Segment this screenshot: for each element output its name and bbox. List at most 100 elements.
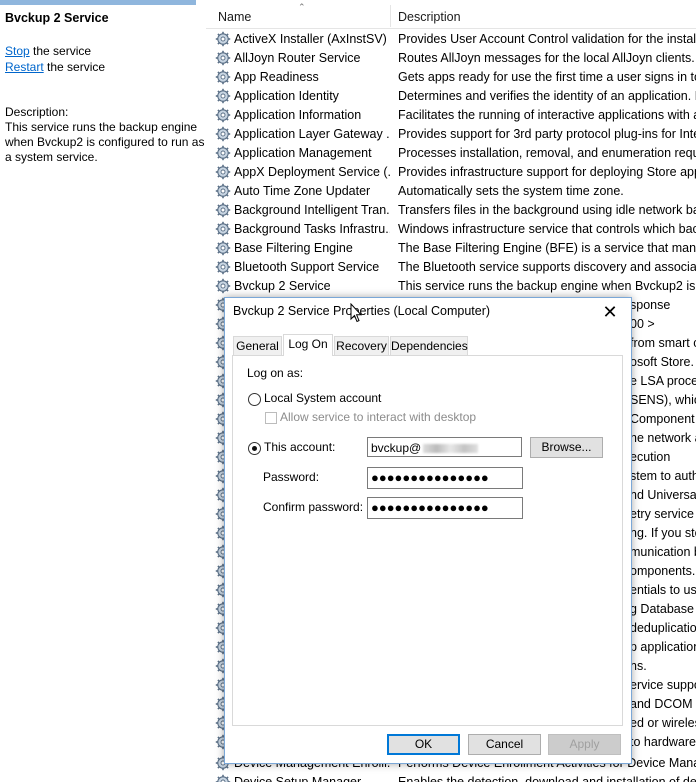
service-description: Windows infrastructure service that cont… bbox=[398, 222, 696, 236]
service-gear-icon bbox=[215, 145, 231, 161]
this-account-radio[interactable] bbox=[248, 442, 261, 455]
account-value: bvckup@ bbox=[371, 441, 422, 455]
service-gear-icon bbox=[215, 259, 231, 275]
table-row[interactable]: AppX Deployment Service (... Provides inf… bbox=[206, 163, 696, 182]
cancel-button[interactable]: Cancel bbox=[468, 734, 541, 755]
service-gear-icon bbox=[215, 50, 231, 66]
description-label: Description: bbox=[5, 105, 69, 119]
pane-top-bar bbox=[0, 0, 196, 5]
table-row[interactable]: AllJoyn Router Service Routes AllJoyn mes… bbox=[206, 49, 696, 68]
service-description: Enables the detection, download and inst… bbox=[398, 775, 696, 782]
service-description: The Base Filtering Engine (BFE) is a ser… bbox=[398, 241, 696, 255]
service-gear-icon bbox=[215, 164, 231, 180]
table-row[interactable]: App Readiness Gets apps ready for use the… bbox=[206, 68, 696, 87]
sort-ascending-icon: ⌃ bbox=[298, 2, 306, 12]
service-description: Automatically sets the system time zone. bbox=[398, 184, 624, 198]
local-system-label[interactable]: Local System account bbox=[264, 391, 381, 405]
service-description: Determines and verifies the identity of … bbox=[398, 89, 696, 103]
table-row[interactable]: Application Information Facilitates the r… bbox=[206, 106, 696, 125]
service-gear-icon bbox=[215, 202, 231, 218]
service-gear-icon bbox=[215, 774, 231, 782]
service-description: e LSA proces bbox=[630, 374, 696, 388]
service-description: Transfers files in the background using … bbox=[398, 203, 696, 217]
local-system-radio[interactable] bbox=[248, 393, 261, 406]
table-row[interactable]: Base Filtering Engine The Base Filtering … bbox=[206, 239, 696, 258]
service-name: AllJoyn Router Service bbox=[234, 51, 361, 65]
restart-link[interactable]: Restart bbox=[5, 60, 44, 74]
close-icon[interactable]: ✕ bbox=[595, 299, 625, 325]
service-description: Provides support for 3rd party protocol … bbox=[398, 127, 696, 141]
service-name: AppX Deployment Service (... bbox=[234, 165, 390, 179]
password-field[interactable]: ●●●●●●●●●●●●●●● bbox=[367, 467, 523, 489]
column-divider[interactable] bbox=[390, 5, 391, 27]
column-header-description[interactable]: Description bbox=[398, 10, 461, 24]
stop-line-text: the service bbox=[29, 44, 92, 58]
service-description: Gets apps ready for use the first time a… bbox=[398, 70, 696, 84]
table-row[interactable]: Auto Time Zone Updater Automatically sets… bbox=[206, 182, 696, 201]
service-description: entials to use bbox=[630, 583, 696, 597]
service-description: to hardware bbox=[630, 735, 696, 749]
service-gear-icon bbox=[215, 31, 231, 47]
list-header: ⌃ Name Description bbox=[206, 0, 696, 29]
stop-link[interactable]: Stop bbox=[5, 44, 30, 58]
tab-general[interactable]: General bbox=[233, 336, 282, 355]
service-name: App Readiness bbox=[234, 70, 319, 84]
password-label: Password: bbox=[263, 470, 320, 484]
service-title: Bvckup 2 Service bbox=[5, 11, 109, 25]
service-description: and DCOM s bbox=[630, 697, 696, 711]
service-name: Application Layer Gateway ... bbox=[234, 127, 390, 141]
service-description: ng. If you sto bbox=[630, 526, 696, 540]
tab-log-on[interactable]: Log On bbox=[283, 334, 333, 356]
redacted-domain bbox=[423, 444, 479, 454]
service-name: Background Tasks Infrastru... bbox=[234, 222, 390, 236]
service-name: Application Identity bbox=[234, 89, 339, 103]
service-description: Facilitates the running of interactive a… bbox=[398, 108, 696, 122]
service-gear-icon bbox=[215, 88, 231, 104]
table-row[interactable]: Bvckup 2 Service This service runs the ba… bbox=[206, 277, 696, 296]
confirm-password-field[interactable]: ●●●●●●●●●●●●●●● bbox=[367, 497, 523, 519]
service-gear-icon bbox=[215, 183, 231, 199]
service-gear-icon bbox=[215, 278, 231, 294]
service-description: munication b bbox=[630, 545, 696, 559]
service-name: Auto Time Zone Updater bbox=[234, 184, 371, 198]
ok-button[interactable]: OK bbox=[387, 734, 460, 755]
restart-line: Restart the service bbox=[5, 60, 105, 74]
service-description: etry service e bbox=[630, 507, 696, 521]
table-row[interactable]: Application Management Processes installa… bbox=[206, 144, 696, 163]
service-gear-icon bbox=[215, 126, 231, 142]
table-row[interactable]: Device Setup Manager Enables the detectio… bbox=[206, 773, 696, 782]
table-row[interactable]: Background Tasks Infrastru... Windows inf… bbox=[206, 220, 696, 239]
service-name: Background Intelligent Tran... bbox=[234, 203, 390, 217]
interact-desktop-checkbox[interactable] bbox=[265, 412, 277, 424]
service-description: from smart c bbox=[630, 336, 696, 350]
service-name: Bvckup 2 Service bbox=[234, 279, 331, 293]
browse-button[interactable]: Browse... bbox=[530, 437, 603, 458]
service-gear-icon bbox=[215, 240, 231, 256]
service-description: Component O bbox=[630, 412, 696, 426]
service-description: Routes AllJoyn messages for the local Al… bbox=[398, 51, 696, 65]
service-gear-icon bbox=[215, 69, 231, 85]
column-header-name[interactable]: Name bbox=[218, 10, 251, 24]
service-name: Base Filtering Engine bbox=[234, 241, 353, 255]
apply-button[interactable]: Apply bbox=[548, 734, 621, 755]
service-description: SENS), which bbox=[630, 393, 696, 407]
table-row[interactable]: Application Identity Determines and verif… bbox=[206, 87, 696, 106]
table-row[interactable]: Bluetooth Support Service The Bluetooth s… bbox=[206, 258, 696, 277]
table-row[interactable]: ActiveX Installer (AxInstSV) Provides Use… bbox=[206, 30, 696, 49]
service-description: ed or wireles bbox=[630, 716, 696, 730]
table-row[interactable]: Background Intelligent Tran... Transfers … bbox=[206, 201, 696, 220]
restart-line-text: the service bbox=[43, 60, 106, 74]
tab-recovery[interactable]: Recovery bbox=[334, 336, 389, 355]
table-row[interactable]: Application Layer Gateway ... Provides su… bbox=[206, 125, 696, 144]
service-description: 00 > bbox=[630, 317, 655, 331]
account-field[interactable]: bvckup@ bbox=[367, 437, 522, 457]
service-description: This service runs the backup engine when… bbox=[398, 279, 696, 293]
service-description: ervice suppor bbox=[630, 678, 696, 692]
service-description: The Bluetooth service supports discovery… bbox=[398, 260, 696, 274]
service-description: osoft Store. T bbox=[630, 355, 696, 369]
service-description: stem to auth bbox=[630, 469, 696, 483]
stop-line: Stop the service bbox=[5, 44, 91, 58]
service-name: Application Information bbox=[234, 108, 362, 122]
tab-dependencies[interactable]: Dependencies bbox=[390, 336, 468, 355]
this-account-label[interactable]: This account: bbox=[264, 440, 335, 454]
